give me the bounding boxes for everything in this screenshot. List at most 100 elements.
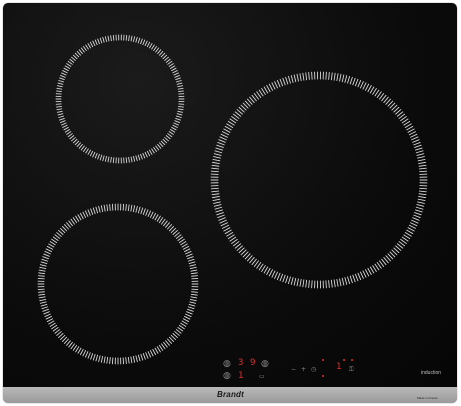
zone-ring-mark — [180, 322, 187, 327]
zone-ring-mark — [92, 151, 96, 158]
zone-ring-mark — [61, 336, 68, 342]
zone-ring-mark — [336, 73, 339, 82]
zone-ring-mark — [60, 227, 66, 234]
zone-ring-mark — [227, 234, 235, 240]
zone-ring-mark — [79, 212, 84, 220]
zone-ring-mark — [135, 36, 138, 43]
zone-ring-mark — [276, 272, 281, 281]
zone-ring-mark — [258, 263, 264, 271]
zone-ring-mark — [103, 356, 106, 364]
zone-ring-mark — [57, 82, 64, 85]
zone-ring-mark — [376, 91, 382, 98]
minus-button[interactable]: − — [291, 367, 296, 373]
zone-ring-mark — [57, 113, 64, 116]
zone-ring-mark — [67, 60, 73, 65]
zone-ring-mark — [374, 89, 380, 97]
zone-ring-mark — [83, 146, 87, 153]
power-level-display-top-left: 3 — [238, 358, 244, 368]
zone-ring-mark — [418, 190, 427, 193]
zone-ring-mark — [63, 126, 69, 131]
zone-ring-mark — [357, 272, 362, 281]
zone-ring-mark — [172, 124, 178, 128]
zone-ring-mark — [110, 35, 112, 42]
zone-ring-mark — [339, 73, 342, 82]
zone-ring-mark — [85, 148, 89, 154]
zone-indicator-dot — [351, 359, 353, 361]
zone-select-icon[interactable]: ◍ — [261, 360, 269, 369]
zone-select-icon[interactable]: ◍ — [223, 360, 231, 369]
zone-ring-mark — [95, 354, 99, 362]
zone-ring-mark — [379, 93, 385, 100]
zone-ring-mark — [400, 116, 407, 122]
zone-ring-mark — [189, 301, 197, 304]
zone-ring-mark — [296, 73, 299, 82]
zone-ring-mark — [147, 351, 151, 358]
zone-ring-mark — [404, 123, 412, 128]
cooking-zone-small[interactable] — [55, 34, 185, 164]
zone-ring-mark — [381, 94, 387, 102]
zone-ring-mark — [414, 212, 422, 216]
zone-ring-mark — [78, 144, 83, 149]
pause-icon[interactable]: ▭ — [259, 374, 265, 380]
zone-ring-mark — [107, 35, 110, 42]
plus-button[interactable]: + — [301, 367, 306, 373]
zone-ring-mark — [210, 170, 219, 173]
timer-icon[interactable]: ◷ — [311, 367, 316, 373]
zone-ring-mark — [167, 60, 173, 65]
zone-ring-mark — [299, 278, 302, 287]
zone-ring-mark — [127, 356, 130, 364]
zone-ring-mark — [185, 251, 192, 255]
zone-ring-mark — [381, 258, 387, 266]
zone-ring-mark — [69, 135, 75, 140]
zone-ring-mark — [296, 278, 299, 287]
zone-ring-mark — [256, 91, 262, 98]
zone-ring-mark — [154, 214, 159, 221]
zone-ring-mark — [186, 253, 193, 257]
zone-ring-mark — [145, 352, 149, 359]
zone-ring-mark — [75, 346, 80, 353]
zone-ring-mark — [352, 274, 356, 283]
zone-ring-mark — [135, 355, 138, 363]
zone-ring-mark — [110, 156, 112, 163]
zone-ring-mark — [189, 264, 197, 267]
zone-ring-mark — [145, 209, 149, 216]
zone-ring-mark — [410, 222, 418, 227]
zone-ring-mark — [46, 318, 54, 323]
zone-ring-mark — [72, 344, 78, 351]
cooking-zone-large[interactable] — [210, 71, 428, 289]
zone-select-icon[interactable]: ◍ — [223, 372, 231, 381]
zone-ring-mark — [45, 315, 52, 320]
zone-ring-mark — [354, 273, 359, 282]
zone-ring-mark — [211, 164, 220, 167]
zone-ring-mark — [189, 298, 197, 302]
zone-ring-mark — [187, 256, 194, 260]
zone-ring-mark — [415, 147, 423, 151]
zone-ring-mark — [214, 206, 223, 210]
cooking-zone-medium[interactable] — [37, 203, 199, 365]
zone-ring-mark — [137, 354, 141, 362]
zone-ring-mark — [341, 74, 345, 83]
zone-ring-mark — [175, 117, 181, 121]
zone-ring-mark — [38, 293, 46, 296]
zone-ring-mark — [374, 263, 380, 271]
zone-ring-mark — [72, 138, 78, 144]
zone-ring-mark — [182, 318, 190, 323]
zone-ring-mark — [98, 205, 101, 213]
zone-ring-mark — [360, 81, 364, 89]
zone-ring-mark — [369, 86, 375, 94]
zone-ring-mark — [268, 83, 273, 91]
zone-ring-mark — [167, 224, 172, 230]
zone-ring-mark — [354, 78, 359, 87]
zone-ring-mark — [187, 308, 194, 312]
zone-ring-mark — [164, 56, 169, 61]
lock-icon[interactable]: ⚿ — [349, 367, 354, 373]
zone-ring-mark — [328, 72, 330, 80]
zone-ring-mark — [274, 81, 278, 89]
power-level-display-bottom: 1 — [238, 371, 244, 381]
zone-ring-mark — [51, 238, 58, 244]
zone-ring-mark — [176, 82, 183, 85]
zone-ring-mark — [82, 211, 87, 218]
zone-ring-mark — [64, 65, 70, 69]
zone-ring-mark — [214, 150, 223, 154]
zone-ring-mark — [60, 74, 66, 78]
